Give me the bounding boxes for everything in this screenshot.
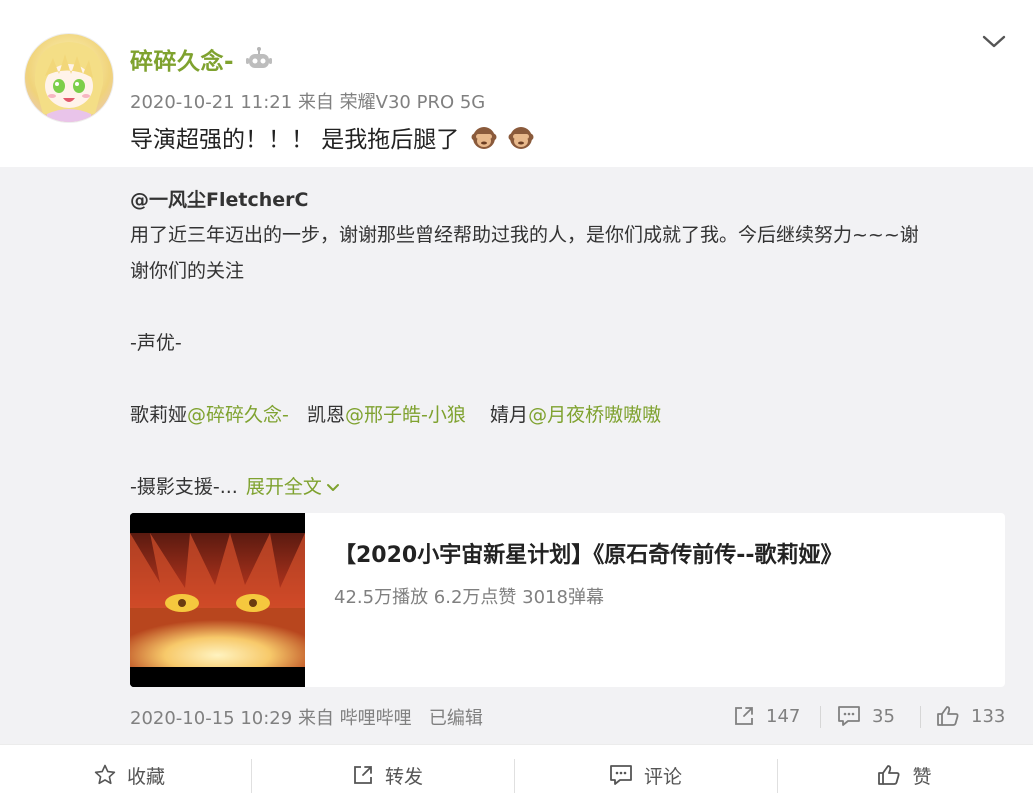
username[interactable]: 碎碎久念- <box>130 42 234 76</box>
repost-author[interactable]: @一风尘FletcherC <box>130 185 308 212</box>
share-icon[interactable] <box>732 704 756 728</box>
repost-line: 用了近三年迈出的一步，谢谢那些曾经帮助过我的人，是你们成就了我。今后继续努力~~… <box>130 224 919 246</box>
post-source: 来自 荣耀V30 PRO 5G <box>297 92 486 113</box>
chevron-down-icon[interactable] <box>326 483 340 493</box>
repost-line: 谢你们的关注 <box>130 260 245 282</box>
post-time[interactable]: 2020-10-21 11:21 <box>130 92 292 113</box>
repost-block: @一风尘FletcherC 用了近三年迈出的一步，谢谢那些曾经帮助过我的人，是你… <box>0 167 1033 744</box>
cast-role: 歌莉娅 <box>130 404 188 426</box>
comment-icon[interactable] <box>836 704 862 728</box>
post-header: 碎碎久念- 2020-10-21 11:21 来自 荣耀V30 PRO 5G 导… <box>0 0 1033 167</box>
share-icon[interactable] <box>351 763 375 787</box>
repost-button[interactable]: 转发 <box>258 745 516 805</box>
repost-footer: 2020-10-15 10:29 来自 哔哩哔哩 已编辑 147 35 133 <box>130 702 1005 732</box>
video-stats: 42.5万播放 6.2万点赞 3018弹幕 <box>334 587 604 608</box>
mention-link[interactable]: @碎碎久念- <box>187 404 289 426</box>
comment-button[interactable]: 评论 <box>516 745 774 805</box>
repost-meta: 2020-10-15 10:29 来自 哔哩哔哩 已编辑 <box>130 704 483 730</box>
divider <box>820 706 821 728</box>
favorite-label[interactable]: 收藏 <box>127 762 165 789</box>
post-text-content: 导演超强的！！！ 是我拖后腿了 <box>130 127 460 153</box>
cast-role: 凯恩 <box>307 404 346 426</box>
video-thumbnail[interactable] <box>130 513 305 687</box>
repost-comment-action[interactable]: 35 <box>836 702 895 730</box>
star-icon[interactable] <box>93 763 117 787</box>
repost-line: -声优- <box>130 332 182 354</box>
repost-label[interactable]: 转发 <box>385 762 423 789</box>
video-card[interactable]: 【2020小宇宙新星计划】《原石奇传前传--歌莉娅》 42.5万播放 6.2万点… <box>130 513 1005 687</box>
comment-label[interactable]: 评论 <box>644 762 682 789</box>
expand-label[interactable]: 展开全文 <box>246 476 322 498</box>
cast-role: 婧月 <box>490 404 529 426</box>
thumb-up-icon[interactable] <box>876 763 902 787</box>
avatar[interactable] <box>24 33 114 123</box>
comment-icon[interactable] <box>608 763 634 787</box>
post-text: 导演超强的！！！ 是我拖后腿了 <box>130 120 534 154</box>
monkey-emoji-icon <box>471 127 497 149</box>
post-action-bar: 收藏 转发 评论 赞 <box>0 744 1033 805</box>
robot-badge-icon <box>246 47 272 68</box>
repost-source: 来自 哔哩哔哩 <box>297 708 412 729</box>
repost-like-action[interactable]: 133 <box>935 702 1005 730</box>
mention-link[interactable]: @邢子皓-小狼 <box>345 404 466 426</box>
repost-body: 用了近三年迈出的一步，谢谢那些曾经帮助过我的人，是你们成就了我。今后继续努力~~… <box>130 217 1000 505</box>
favorite-button[interactable]: 收藏 <box>0 745 258 805</box>
edited-label[interactable]: 已编辑 <box>429 708 483 729</box>
divider <box>920 706 921 728</box>
thumb-up-icon[interactable] <box>935 704 961 728</box>
like-count[interactable]: 133 <box>971 706 1005 727</box>
repost-line: -摄影支援-... 展开全文 <box>130 469 1000 505</box>
monkey-emoji-icon <box>508 127 534 149</box>
post-meta: 2020-10-21 11:21 来自 荣耀V30 PRO 5G <box>130 88 485 114</box>
repost-time[interactable]: 2020-10-15 10:29 <box>130 708 292 729</box>
divider <box>514 759 515 793</box>
divider <box>251 759 252 793</box>
repost-line-text: -摄影支援-... <box>130 476 238 498</box>
mention-link[interactable]: @月夜桥嗷嗷嗷 <box>528 404 661 426</box>
share-count[interactable]: 147 <box>766 706 800 727</box>
cast-line: 歌莉娅@碎碎久念- 凯恩@邢子皓-小狼 婧月@月夜桥嗷嗷嗷 <box>130 397 1000 433</box>
chevron-down-icon[interactable] <box>980 32 1008 52</box>
repost-share-action[interactable]: 147 <box>732 702 800 730</box>
video-title[interactable]: 【2020小宇宙新星计划】《原石奇传前传--歌莉娅》 <box>334 537 843 569</box>
like-button[interactable]: 赞 <box>775 745 1033 805</box>
like-label[interactable]: 赞 <box>912 762 931 789</box>
comment-count[interactable]: 35 <box>872 706 895 727</box>
expand-full-text-link[interactable]: 展开全文 <box>246 476 340 498</box>
